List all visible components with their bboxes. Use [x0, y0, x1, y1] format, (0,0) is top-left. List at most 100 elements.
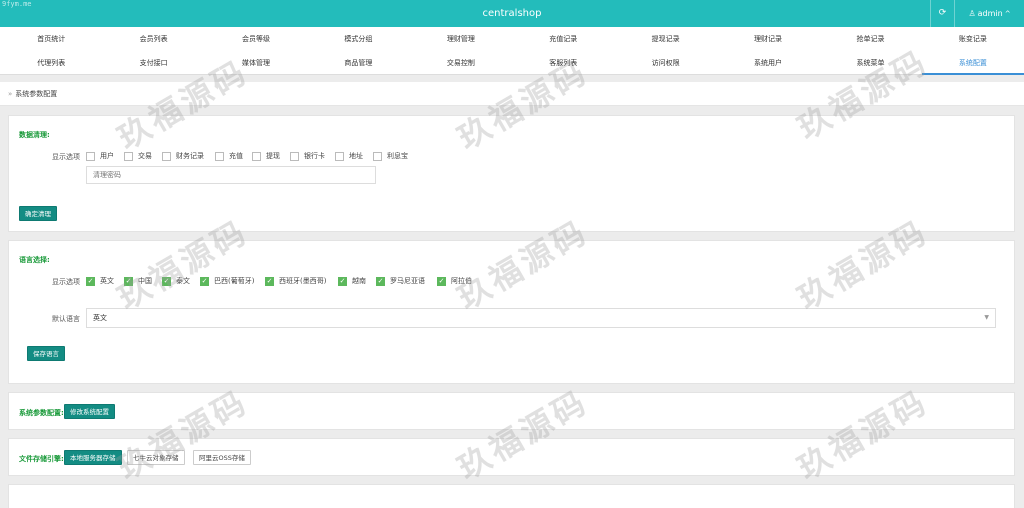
- system-params-title: 系统参数配置:: [19, 409, 64, 417]
- checkbox-box: [290, 151, 299, 161]
- checkbox-label: 提现: [266, 152, 280, 160]
- storage-local-button[interactable]: 本地服务器存储: [64, 450, 122, 465]
- checkbox-box: [373, 151, 382, 161]
- default-language-select[interactable]: 英文 ▼: [86, 308, 996, 328]
- clean-option-checkbox[interactable]: 财务记录: [162, 151, 204, 161]
- nav-item[interactable]: 首页统计: [0, 27, 102, 51]
- main-nav: 首页统计 会员列表 会员等级 模式分组 理财管理 充值记录 提现记录 理财记录 …: [0, 27, 1024, 75]
- edit-system-config-button[interactable]: 修改系统配置: [64, 404, 115, 419]
- checkbox-label: 中国: [138, 277, 152, 285]
- checkbox-box: [215, 151, 224, 161]
- storage-card: 文件存储引擎: 本地服务器存储 七牛云对象存储 阿里云OSS存储: [8, 438, 1015, 476]
- check-icon: ✓: [376, 276, 385, 286]
- breadcrumb-arrow-icon: »: [8, 90, 13, 98]
- check-icon: ✓: [162, 276, 171, 286]
- language-option-checkbox[interactable]: ✓ 罗马尼亚语: [376, 276, 425, 286]
- refresh-button[interactable]: ⟳: [930, 0, 954, 27]
- top-bar: 9fym.me centralshop ⟳ ♙ admin ^: [0, 0, 1024, 27]
- language-option-checkbox[interactable]: ✓ 中国: [124, 276, 152, 286]
- save-language-button[interactable]: 保存语言: [27, 346, 65, 361]
- checkbox-label: 交易: [138, 152, 152, 160]
- nav-item[interactable]: 交易控制: [410, 51, 512, 75]
- clean-option-checkbox[interactable]: 充值: [215, 151, 243, 161]
- checkbox-label: 泰文: [176, 277, 190, 285]
- nav-item[interactable]: 访问权限: [614, 51, 716, 75]
- default-language-label: 默认语言: [52, 315, 80, 323]
- nav-item[interactable]: 提现记录: [614, 27, 716, 51]
- language-option-checkbox[interactable]: ✓ 英文: [86, 276, 114, 286]
- user-icon: ♙: [968, 9, 976, 18]
- clean-option-checkbox[interactable]: 地址: [335, 151, 363, 161]
- nav-item[interactable]: 商品管理: [307, 51, 409, 75]
- check-icon: ✓: [86, 276, 95, 286]
- checkbox-label: 财务记录: [176, 152, 204, 160]
- checkbox-label: 罗马尼亚语: [390, 277, 425, 285]
- nav-item[interactable]: 系统用户: [717, 51, 819, 75]
- check-icon: ✓: [200, 276, 209, 286]
- clean-option-checkbox[interactable]: 利息宝: [373, 151, 408, 161]
- checkbox-label: 西班牙(墨西哥): [279, 277, 327, 285]
- clean-option-checkbox[interactable]: 提现: [252, 151, 280, 161]
- nav-item-active[interactable]: 系统配置: [921, 51, 1024, 75]
- clean-password-input[interactable]: [86, 166, 376, 184]
- checkbox-label: 英文: [100, 277, 114, 285]
- app-title: centralshop: [482, 8, 542, 19]
- checkbox-box: [252, 151, 261, 161]
- check-icon: ✓: [338, 276, 347, 286]
- language-title: 语言选择:: [19, 256, 50, 264]
- clean-option-checkbox[interactable]: 银行卡: [290, 151, 325, 161]
- clean-option-checkbox[interactable]: 交易: [124, 151, 152, 161]
- checkbox-box: [86, 151, 95, 161]
- nav-item[interactable]: 代理列表: [0, 51, 102, 75]
- checkbox-label: 银行卡: [304, 152, 325, 160]
- data-clean-card: 数据清理: 显示选项 用户 交易 财务记录 充值 提现 银行卡 地址 利息宝 确…: [8, 115, 1015, 232]
- check-icon: ✓: [437, 276, 446, 286]
- language-option-checkbox[interactable]: ✓ 阿拉伯: [437, 276, 472, 286]
- storage-title: 文件存储引擎:: [19, 455, 64, 463]
- nav-item[interactable]: 系统菜单: [819, 51, 921, 75]
- user-menu[interactable]: ♙ admin ^: [954, 0, 1024, 27]
- language-card: 语言选择: 显示选项 ✓ 英文 ✓ 中国 ✓ 泰文 ✓ 巴西(葡萄牙) ✓ 西班牙(墨西哥…: [8, 240, 1015, 384]
- nav-item[interactable]: 模式分组: [307, 27, 409, 51]
- confirm-clean-button[interactable]: 确定清理: [19, 206, 57, 221]
- check-icon: ✓: [265, 276, 274, 286]
- nav-item[interactable]: 媒体管理: [205, 51, 307, 75]
- nav-item[interactable]: 账变记录: [922, 27, 1024, 51]
- data-clean-option-label: 显示选项: [52, 153, 80, 161]
- checkbox-label: 地址: [349, 152, 363, 160]
- default-language-value: 英文: [93, 314, 107, 322]
- language-option-checkbox[interactable]: ✓ 越南: [338, 276, 366, 286]
- chevron-down-icon: ▼: [984, 314, 989, 321]
- storage-qiniu-button[interactable]: 七牛云对象存储: [127, 450, 185, 465]
- clean-option-checkbox[interactable]: 用户: [86, 151, 114, 161]
- language-option-checkbox[interactable]: ✓ 泰文: [162, 276, 190, 286]
- check-icon: ✓: [124, 276, 133, 286]
- checkbox-label: 充值: [229, 152, 243, 160]
- checkbox-box: [335, 151, 344, 161]
- empty-card: [8, 484, 1015, 508]
- storage-aliyun-button[interactable]: 阿里云OSS存储: [193, 450, 251, 465]
- checkbox-label: 阿拉伯: [451, 277, 472, 285]
- nav-item[interactable]: 抢单记录: [819, 27, 921, 51]
- breadcrumb: » 系统参数配置: [0, 82, 1024, 106]
- language-option-checkbox[interactable]: ✓ 西班牙(墨西哥): [265, 276, 326, 286]
- nav-item[interactable]: 会员等级: [205, 27, 307, 51]
- language-option-checkbox[interactable]: ✓ 巴西(葡萄牙): [200, 276, 254, 286]
- user-name: admin: [977, 9, 1003, 18]
- chevron-up-icon: ^: [1004, 10, 1011, 18]
- checkbox-box: [124, 151, 133, 161]
- breadcrumb-text: 系统参数配置: [15, 90, 58, 98]
- nav-item[interactable]: 理财管理: [410, 27, 512, 51]
- checkbox-box: [162, 151, 171, 161]
- checkbox-label: 利息宝: [387, 152, 408, 160]
- nav-item[interactable]: 充值记录: [512, 27, 614, 51]
- refresh-icon: ⟳: [938, 8, 947, 18]
- nav-item[interactable]: 支付接口: [102, 51, 204, 75]
- language-option-label: 显示选项: [52, 278, 80, 286]
- nav-item[interactable]: 客服列表: [512, 51, 614, 75]
- nav-item[interactable]: 理财记录: [717, 27, 819, 51]
- system-params-card: 系统参数配置: 修改系统配置: [8, 392, 1015, 430]
- nav-row-2: 代理列表 支付接口 媒体管理 商品管理 交易控制 客服列表 访问权限 系统用户 …: [0, 51, 1024, 75]
- nav-item[interactable]: 会员列表: [102, 27, 204, 51]
- checkbox-label: 巴西(葡萄牙): [214, 277, 255, 285]
